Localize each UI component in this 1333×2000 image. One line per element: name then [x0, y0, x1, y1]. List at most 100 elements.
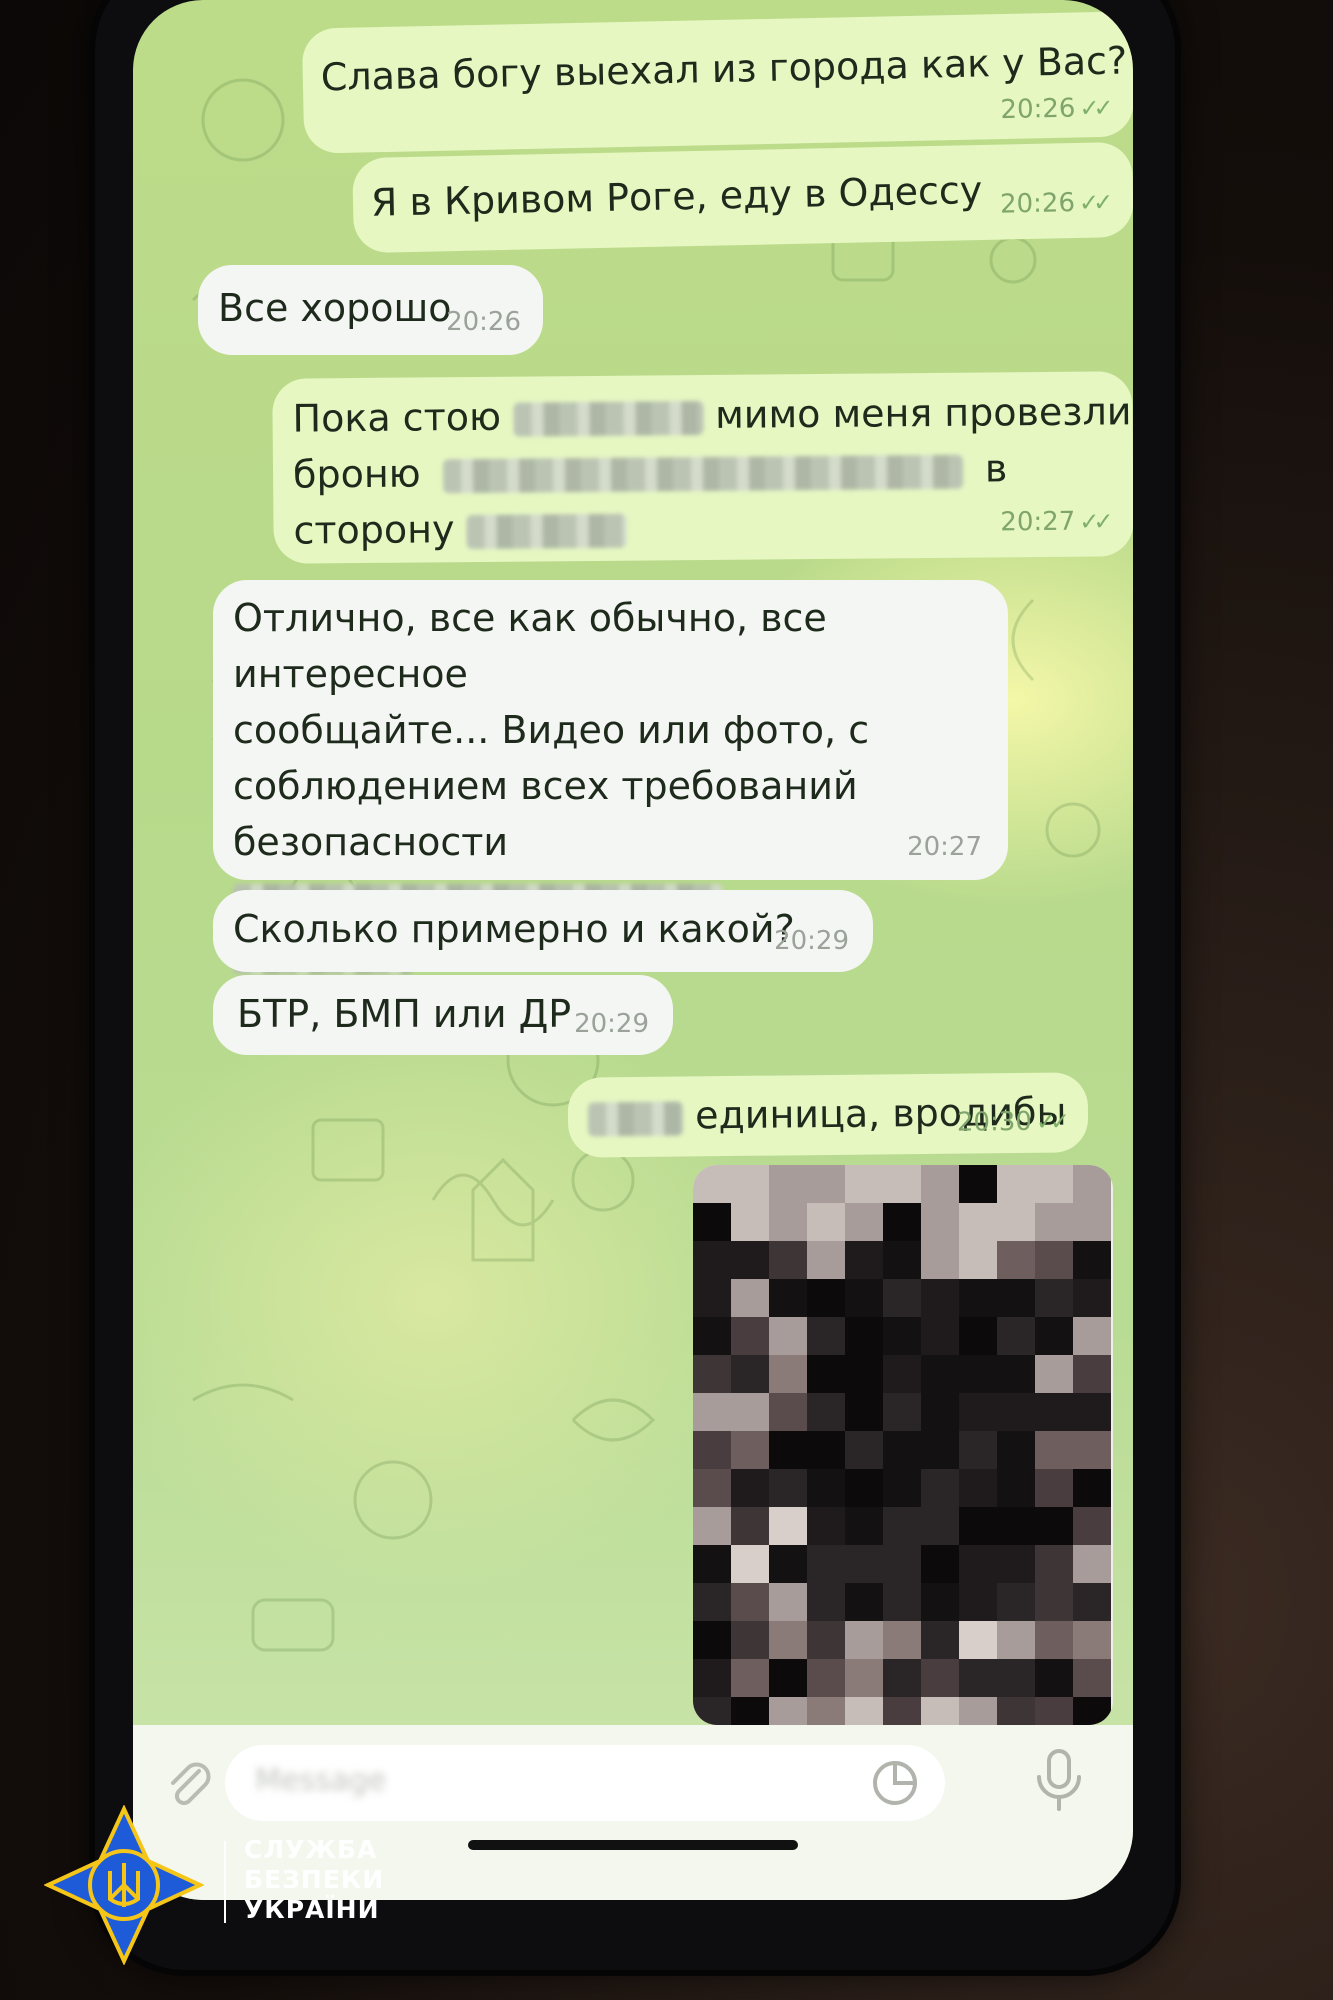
photo-pixel	[845, 1545, 883, 1583]
photo-pixel	[693, 1165, 731, 1203]
photo-pixel	[997, 1203, 1035, 1241]
photo-pixel	[921, 1241, 959, 1279]
photo-pixel	[883, 1355, 921, 1393]
photo-pixel	[731, 1583, 769, 1621]
photo-pixel	[997, 1165, 1035, 1203]
photo-pixel	[693, 1355, 731, 1393]
incoming-message[interactable]: Сколько примерно и какой? 20:29	[213, 890, 873, 972]
photo-pixel	[693, 1469, 731, 1507]
photo-pixel	[731, 1241, 769, 1279]
photo-pixel	[1073, 1507, 1111, 1545]
photo-pixel	[807, 1507, 845, 1545]
message-line: броню в	[292, 446, 1008, 497]
photo-pixel	[845, 1697, 883, 1725]
photo-pixel	[845, 1393, 883, 1431]
message-line: Отлично, все как обычно, все интересное	[233, 596, 827, 696]
photo-pixel	[1073, 1697, 1111, 1725]
photo-pixel	[921, 1393, 959, 1431]
photo-pixel	[883, 1507, 921, 1545]
photo-pixel	[959, 1507, 997, 1545]
photo-pixel	[807, 1393, 845, 1431]
photo-pixel	[769, 1507, 807, 1545]
photo-pixel	[845, 1469, 883, 1507]
outgoing-message[interactable]: Пока стою мимо меня провезли броню в сто…	[272, 371, 1133, 564]
photo-pixel	[845, 1431, 883, 1469]
photo-pixel	[997, 1621, 1035, 1659]
photo-pixel	[997, 1241, 1035, 1279]
photo-pixel	[769, 1621, 807, 1659]
photo-pixel	[997, 1545, 1035, 1583]
photo-pixel	[883, 1317, 921, 1355]
incoming-message[interactable]: Все хорошо 20:26	[198, 265, 543, 355]
photo-pixel	[1035, 1203, 1073, 1241]
photo-pixel	[769, 1431, 807, 1469]
photo-pixel	[959, 1469, 997, 1507]
photo-pixel	[1073, 1203, 1111, 1241]
photo-pixel	[959, 1393, 997, 1431]
photo-pixel	[883, 1545, 921, 1583]
photo-pixel	[921, 1355, 959, 1393]
photo-pixel	[845, 1659, 883, 1697]
photo-pixel	[845, 1165, 883, 1203]
photo-pixel	[959, 1583, 997, 1621]
read-checkmark-icon: ✓✓	[1079, 93, 1108, 123]
photo-pixel	[769, 1165, 807, 1203]
microphone-icon[interactable]	[1029, 1745, 1089, 1815]
photo-pixel	[921, 1545, 959, 1583]
photo-pixel	[845, 1279, 883, 1317]
photo-pixel	[769, 1393, 807, 1431]
input-placeholder: Message	[255, 1763, 387, 1798]
photo-pixel	[845, 1241, 883, 1279]
message-time: 20:29	[774, 926, 849, 956]
redacted-text	[512, 400, 704, 437]
photo-pixel	[693, 1393, 731, 1431]
photo-pixel	[693, 1431, 731, 1469]
photo-pixel	[1035, 1583, 1073, 1621]
photo-pixel	[959, 1165, 997, 1203]
photo-pixel	[769, 1355, 807, 1393]
message-text: Все хорошо	[218, 286, 452, 330]
photo-pixel	[1073, 1279, 1111, 1317]
photo-pixel	[883, 1431, 921, 1469]
photo-pixel	[997, 1507, 1035, 1545]
photo-pixel	[997, 1393, 1035, 1431]
sticker-icon[interactable]	[869, 1757, 921, 1809]
photo-pixel	[883, 1621, 921, 1659]
photo-pixel	[1035, 1431, 1073, 1469]
photo-pixel	[807, 1621, 845, 1659]
photo-pixel	[883, 1583, 921, 1621]
message-text: БТР, БМП или ДР	[237, 992, 572, 1036]
photo-pixel	[1035, 1165, 1073, 1203]
message-time: 20:26 ✓✓	[999, 188, 1108, 220]
photo-pixel	[807, 1469, 845, 1507]
photo-pixel	[1073, 1659, 1111, 1697]
photo-pixel	[807, 1545, 845, 1583]
photo-pixel	[959, 1241, 997, 1279]
photo-pixel	[883, 1659, 921, 1697]
photo-message[interactable]	[693, 1165, 1113, 1725]
photo-pixel	[769, 1279, 807, 1317]
photo-pixel	[1035, 1659, 1073, 1697]
photo-pixel	[1035, 1507, 1073, 1545]
photo-pixel	[845, 1507, 883, 1545]
incoming-message[interactable]: Отлично, все как обычно, все интересное …	[213, 580, 1008, 976]
photo-pixel	[883, 1469, 921, 1507]
read-checkmark-icon: ✓✓	[1079, 507, 1108, 536]
message-text: Я в Кривом Роге, еду в Одессу	[370, 167, 983, 225]
attach-icon[interactable]	[161, 1755, 217, 1811]
photo-pixel	[883, 1393, 921, 1431]
outgoing-message[interactable]: Я в Кривом Роге, еду в Одессу 20:26 ✓✓	[352, 141, 1133, 254]
photo-pixel	[921, 1621, 959, 1659]
photo-pixel	[959, 1621, 997, 1659]
photo-pixel	[807, 1355, 845, 1393]
photo-pixel	[1035, 1355, 1073, 1393]
outgoing-message[interactable]: единица, вродибы 20:30 ✓✓	[567, 1072, 1089, 1158]
message-text: Сколько примерно и какой?	[233, 907, 795, 951]
incoming-message[interactable]: БТР, БМП или ДР 20:29	[213, 975, 673, 1055]
photo-pixel	[997, 1659, 1035, 1697]
photo-pixel	[959, 1545, 997, 1583]
photo-pixel	[1073, 1431, 1111, 1469]
photo-pixel	[731, 1355, 769, 1393]
photo-pixel	[807, 1241, 845, 1279]
outgoing-message[interactable]: Слава богу выехал из города как у Вас? 2…	[301, 11, 1133, 154]
